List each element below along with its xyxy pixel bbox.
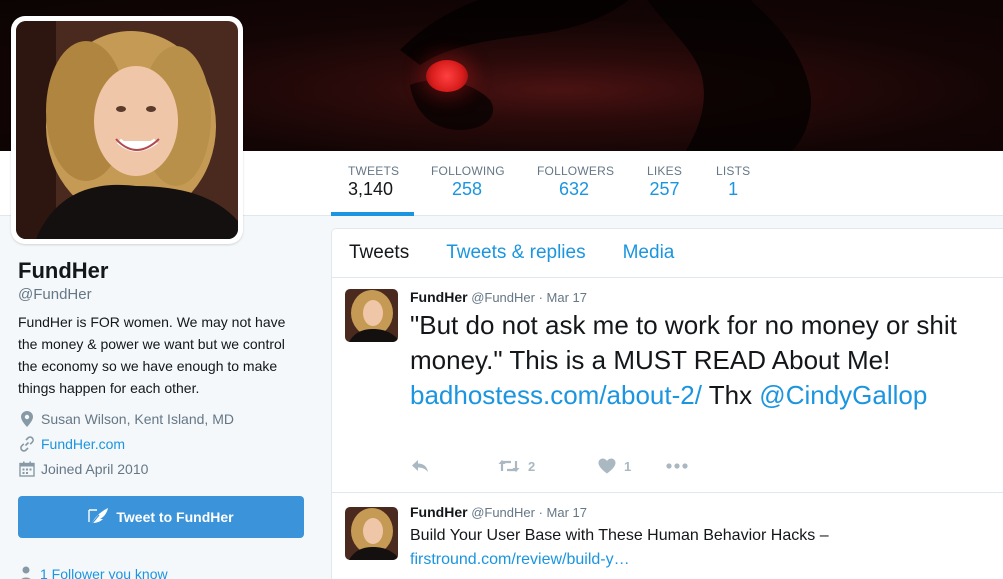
tab-tweets-replies[interactable]: Tweets & replies bbox=[446, 242, 585, 264]
retweet-icon bbox=[498, 460, 520, 472]
stat-label: TWEETS bbox=[348, 164, 400, 178]
stat-value: 1 bbox=[728, 179, 739, 199]
tweet-to-button[interactable]: Tweet to FundHer bbox=[18, 496, 304, 538]
reply-button[interactable] bbox=[410, 459, 498, 473]
tweet-avatar[interactable] bbox=[345, 507, 398, 560]
followers-you-know[interactable]: 1 Follower you know bbox=[20, 566, 168, 579]
tweet-author-name[interactable]: FundHer bbox=[410, 289, 468, 305]
tab-media[interactable]: Media bbox=[623, 242, 675, 264]
timeline-tabs: Tweets Tweets & replies Media bbox=[332, 229, 1003, 278]
stat-tweets[interactable]: TWEETS 3,140 bbox=[331, 151, 414, 216]
tab-tweets[interactable]: Tweets bbox=[349, 242, 409, 264]
location-text: Susan Wilson, Kent Island, MD bbox=[41, 410, 234, 427]
tweet-header: FundHer @FundHer · Mar 17 bbox=[410, 289, 587, 305]
location-icon bbox=[18, 410, 36, 428]
tweet-text-middle: Thx bbox=[701, 380, 760, 410]
stat-value: 258 bbox=[452, 179, 483, 199]
profile-location: Susan Wilson, Kent Island, MD bbox=[18, 409, 308, 428]
retweet-count: 2 bbox=[528, 458, 536, 474]
profile-handle[interactable]: @FundHer bbox=[18, 286, 308, 303]
tweet-actions: 2 1 bbox=[410, 458, 688, 474]
tweet-header: FundHer @FundHer · Mar 17 bbox=[410, 504, 587, 520]
website-link[interactable]: FundHer.com bbox=[41, 436, 125, 452]
profile-name[interactable]: FundHer bbox=[18, 258, 308, 284]
profile-joined: Joined April 2010 bbox=[18, 459, 308, 478]
followers-you-know-text: 1 Follower you know bbox=[40, 566, 168, 579]
profile-card: FundHer @FundHer FundHer is FOR women. W… bbox=[18, 258, 308, 478]
tweet-avatar[interactable] bbox=[345, 289, 398, 342]
more-icon bbox=[666, 463, 688, 469]
tweet-link[interactable]: badhostess.com/about-2/ bbox=[410, 380, 702, 410]
stat-label: FOLLOWERS bbox=[537, 164, 615, 178]
tweet-date[interactable]: · Mar 17 bbox=[539, 290, 587, 305]
feather-icon bbox=[88, 507, 110, 527]
reply-icon bbox=[412, 460, 428, 472]
person-icon bbox=[20, 566, 32, 579]
tweet-author-handle[interactable]: @FundHer bbox=[471, 290, 535, 305]
profile-bio: FundHer is FOR women. We may not have th… bbox=[18, 314, 286, 396]
more-button[interactable] bbox=[666, 463, 688, 469]
stat-lists[interactable]: LISTS 1 bbox=[716, 151, 750, 216]
stat-value: 632 bbox=[559, 179, 590, 199]
tweet-mention[interactable]: @CindyGallop bbox=[759, 380, 927, 410]
retweet-button[interactable]: 2 bbox=[498, 459, 598, 474]
heart-icon bbox=[598, 458, 616, 474]
header-sun bbox=[426, 60, 468, 92]
stat-likes[interactable]: LIKES 257 bbox=[647, 151, 682, 216]
tweet-item[interactable]: FundHer @FundHer · Mar 17 Build Your Use… bbox=[332, 493, 1003, 579]
tweet-text-body: Build Your User Base with These Human Be… bbox=[410, 527, 829, 544]
tweet-item[interactable]: FundHer @FundHer · Mar 17 "But do not as… bbox=[332, 278, 1003, 493]
tweet-to-label: Tweet to FundHer bbox=[116, 509, 234, 525]
calendar-icon bbox=[18, 460, 36, 478]
timeline: Tweets Tweets & replies Media FundHer @F… bbox=[331, 228, 1003, 579]
profile-avatar[interactable] bbox=[11, 16, 243, 244]
stat-label: FOLLOWING bbox=[431, 164, 505, 178]
joined-text: Joined April 2010 bbox=[41, 460, 149, 477]
stat-value: 257 bbox=[649, 179, 680, 199]
stat-label: LISTS bbox=[716, 164, 751, 178]
tweet-author-name[interactable]: FundHer bbox=[410, 504, 468, 520]
tweet-date[interactable]: · Mar 17 bbox=[539, 505, 587, 520]
tweet-author-handle[interactable]: @FundHer bbox=[471, 505, 535, 520]
tweet-text-body: "But do not ask me to work for no money … bbox=[410, 310, 957, 375]
stat-followers[interactable]: FOLLOWERS 632 bbox=[537, 151, 614, 216]
avatar-photo bbox=[16, 21, 238, 239]
link-icon bbox=[18, 435, 36, 453]
stat-value: 3,140 bbox=[348, 179, 394, 199]
tweet-text: "But do not ask me to work for no money … bbox=[410, 308, 970, 413]
tweet-link[interactable]: firstround.com/review/build-y… bbox=[410, 551, 630, 568]
like-button[interactable]: 1 bbox=[598, 458, 666, 474]
profile-website: FundHer.com bbox=[18, 434, 308, 453]
stat-label: LIKES bbox=[647, 164, 683, 178]
tweet-text: Build Your User Base with These Human Be… bbox=[410, 524, 970, 572]
like-count: 1 bbox=[624, 458, 632, 474]
stat-following[interactable]: FOLLOWING 258 bbox=[431, 151, 505, 216]
